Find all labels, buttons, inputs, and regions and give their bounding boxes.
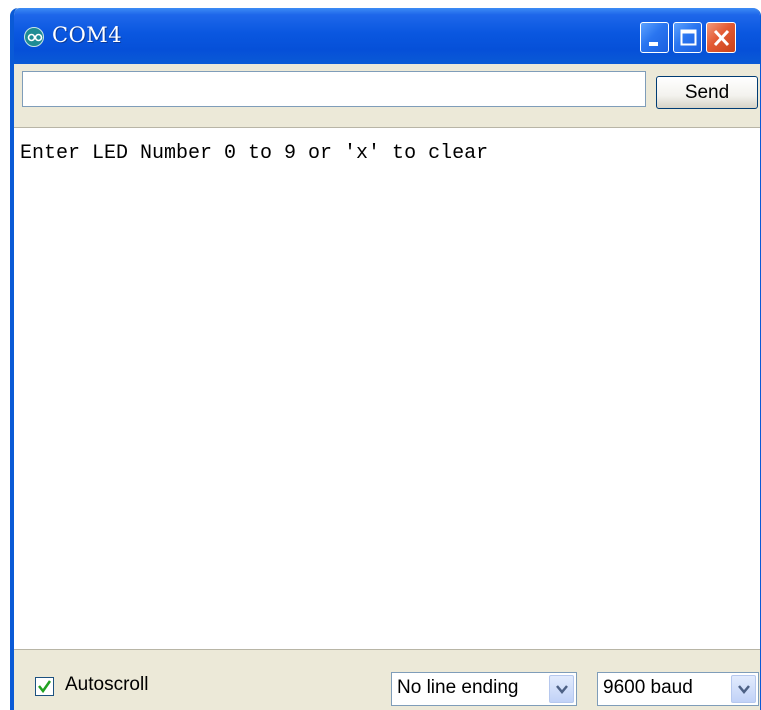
chevron-down-icon: [556, 685, 568, 694]
checkmark-icon: [38, 680, 52, 694]
status-bar: Autoscroll No line ending 9600 baud: [14, 649, 760, 710]
close-button[interactable]: [706, 22, 736, 53]
serial-output[interactable]: Enter LED Number 0 to 9 or 'x' to clear: [14, 127, 760, 649]
dropdown-button[interactable]: [549, 675, 574, 703]
serial-monitor-window: COM4 Send Enter LED Number 0 to 9 or 'x'…: [10, 8, 761, 710]
arduino-infinity-icon: [24, 27, 44, 47]
send-input[interactable]: [22, 71, 646, 107]
maximize-icon: [680, 29, 697, 46]
chevron-down-icon: [738, 685, 750, 694]
send-button[interactable]: Send: [656, 76, 758, 109]
window-title: COM4: [52, 23, 123, 47]
line-ending-select[interactable]: No line ending: [391, 672, 577, 706]
autoscroll-label[interactable]: Autoscroll: [65, 674, 148, 696]
minimize-icon: [649, 42, 658, 46]
send-row: Send: [14, 64, 760, 127]
close-icon: [713, 29, 730, 47]
autoscroll-checkbox[interactable]: [35, 677, 54, 696]
line-ending-value: No line ending: [397, 677, 519, 698]
title-bar[interactable]: COM4: [14, 8, 760, 64]
minimize-button[interactable]: [640, 22, 669, 53]
output-line: Enter LED Number 0 to 9 or 'x' to clear: [20, 142, 489, 165]
baud-rate-select[interactable]: 9600 baud: [597, 672, 759, 706]
maximize-button[interactable]: [673, 22, 702, 53]
baud-rate-value: 9600 baud: [603, 677, 693, 698]
dropdown-button[interactable]: [731, 675, 756, 703]
